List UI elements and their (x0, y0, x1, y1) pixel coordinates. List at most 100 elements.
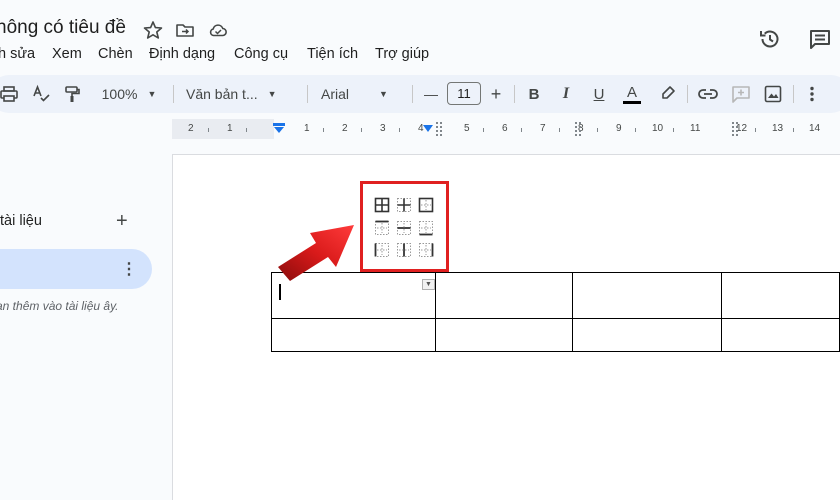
ruler-tick (208, 128, 209, 132)
paint-format-icon[interactable] (63, 82, 81, 106)
ruler-number: 2 (342, 123, 348, 134)
table-cell[interactable] (721, 272, 840, 319)
ruler-number: 10 (652, 123, 664, 134)
ruler-tick (323, 128, 324, 132)
column-marker[interactable] (575, 122, 581, 136)
toolbar-divider (514, 85, 515, 103)
move-folder-icon[interactable] (175, 20, 195, 40)
vertical-border-icon[interactable] (396, 242, 412, 258)
text-color-button[interactable]: A (622, 82, 642, 106)
all-borders-icon[interactable] (374, 197, 390, 213)
ruler-number: 13 (772, 123, 784, 134)
toolbar-divider (793, 85, 794, 103)
ruler-tick (361, 128, 362, 132)
menu-tools[interactable]: Công cụ (234, 46, 288, 62)
add-comment-icon[interactable] (731, 82, 751, 106)
underline-button[interactable]: U (590, 82, 608, 106)
font-size-input[interactable]: 11 (447, 82, 481, 105)
star-icon[interactable] (143, 20, 163, 40)
menu-edit[interactable]: h sửa (0, 46, 35, 62)
inner-borders-icon[interactable] (396, 197, 412, 213)
horizontal-border-icon[interactable] (396, 220, 412, 236)
paragraph-style-select[interactable]: Văn bản t... ▼ (186, 82, 296, 106)
left-border-icon[interactable] (374, 242, 390, 258)
ruler-tick (521, 128, 522, 132)
text-color-label: A (626, 83, 637, 101)
bottom-border-icon[interactable] (418, 220, 434, 236)
horizontal-ruler[interactable]: 2 1 1 2 3 4 5 6 7 8 9 10 11 12 13 14 (172, 119, 840, 139)
table-cell[interactable] (721, 318, 840, 352)
table-row (271, 318, 840, 352)
right-indent-marker-icon[interactable] (422, 123, 434, 135)
chevron-down-icon: ▼ (267, 89, 277, 99)
ruler-tick (399, 128, 400, 132)
table-cell[interactable] (434, 318, 573, 352)
more-options-icon[interactable] (808, 82, 816, 106)
top-border-icon[interactable] (374, 220, 390, 236)
ruler-tick (673, 128, 674, 132)
ruler-number: 5 (464, 123, 470, 134)
zoom-select[interactable]: 100% ▼ (96, 82, 162, 106)
outer-borders-icon[interactable] (418, 197, 434, 213)
ruler-number: 3 (380, 123, 386, 134)
ruler-number: 7 (540, 123, 546, 134)
link-icon[interactable] (698, 82, 718, 106)
menu-extensions[interactable]: Tiện ích (307, 46, 358, 62)
zoom-value: 100% (101, 86, 138, 102)
ruler-tick (793, 128, 794, 132)
italic-button[interactable]: I (558, 82, 574, 106)
document-tabs-label: tài liệu (0, 213, 42, 229)
table-cell[interactable] (434, 272, 573, 319)
menu-insert[interactable]: Chèn (98, 46, 133, 62)
spellcheck-icon[interactable] (32, 82, 50, 106)
ruler-number: 1 (304, 123, 310, 134)
menu-help[interactable]: Trợ giúp (375, 46, 429, 62)
ruler-tick (597, 128, 598, 132)
cell-menu-chevron-icon[interactable]: ▼ (422, 279, 435, 290)
indent-marker-icon[interactable] (272, 121, 286, 135)
highlight-color-icon[interactable] (659, 82, 677, 106)
increase-font-size-button[interactable]: + (488, 82, 504, 106)
add-tab-button[interactable]: + (116, 210, 128, 233)
column-marker[interactable] (732, 122, 738, 136)
ruler-tick (483, 128, 484, 132)
docs-window: hông có tiêu đề h sửa Xem Chèn Định dạng… (0, 0, 840, 500)
insert-image-icon[interactable] (764, 82, 782, 106)
ruler-number: 9 (616, 123, 622, 134)
ruler-number: 14 (809, 123, 821, 134)
paragraph-style-value: Văn bản t... (186, 86, 258, 102)
table-borders-panel (360, 181, 449, 272)
table-cell[interactable] (271, 318, 436, 352)
toolbar-divider (307, 85, 308, 103)
decrease-font-size-button[interactable]: — (423, 82, 439, 106)
bold-button[interactable]: B (525, 82, 543, 106)
table-cell[interactable] (571, 272, 723, 319)
text-cursor (279, 284, 281, 300)
text-color-swatch (623, 100, 641, 104)
menu-format[interactable]: Định dạng (149, 46, 215, 62)
toolbar-divider (412, 85, 413, 103)
ruler-number: 2 (188, 123, 194, 134)
version-history-icon[interactable] (758, 27, 782, 51)
document-title[interactable]: hông có tiêu đề (0, 17, 126, 39)
ruler-tick (246, 128, 247, 132)
red-arrow-icon (278, 225, 354, 281)
comments-icon[interactable] (808, 27, 832, 51)
ruler-tick (755, 128, 756, 132)
chevron-down-icon: ▼ (379, 89, 388, 99)
ruler-tick (559, 128, 560, 132)
right-border-icon[interactable] (418, 242, 434, 258)
ruler-tick (635, 128, 636, 132)
chevron-down-icon: ▼ (147, 89, 157, 99)
table-cell[interactable] (571, 318, 723, 352)
cloud-saved-icon[interactable] (208, 20, 228, 40)
print-icon[interactable] (0, 82, 18, 106)
ruler-number: 6 (502, 123, 508, 134)
menu-view[interactable]: Xem (52, 46, 82, 62)
toolbar-divider (687, 85, 688, 103)
toolbar-divider (173, 85, 174, 103)
ruler-number: 1 (227, 123, 233, 134)
tab-options-button[interactable]: ⋮ (121, 259, 137, 279)
font-select[interactable]: Arial ▼ (321, 82, 401, 106)
column-marker[interactable] (436, 122, 442, 136)
